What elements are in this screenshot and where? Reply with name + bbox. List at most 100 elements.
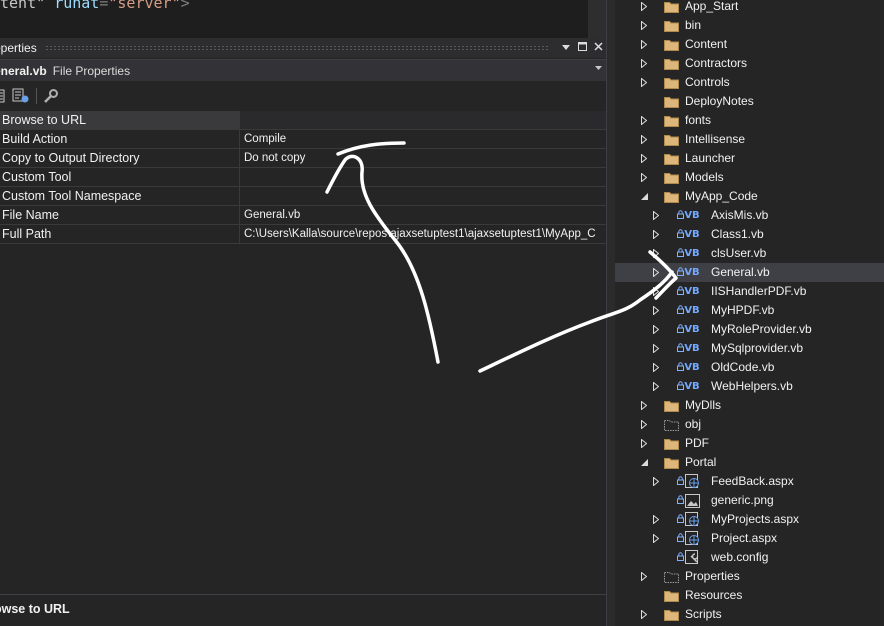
close-icon[interactable] — [590, 42, 606, 54]
web-page-icon — [684, 512, 700, 527]
collapsed-arrow-icon[interactable] — [651, 320, 661, 339]
collapsed-arrow-icon[interactable] — [651, 339, 661, 358]
tree-item[interactable]: VB MyHPDF.vb — [615, 301, 884, 320]
tree-item[interactable]: VB IISHandlerPDF.vb — [615, 282, 884, 301]
tree-item[interactable]: VB MyRoleProvider.vb — [615, 320, 884, 339]
tree-item[interactable]: Contractors — [615, 54, 884, 73]
property-value[interactable] — [240, 168, 606, 186]
collapsed-arrow-icon[interactable] — [651, 510, 661, 529]
tree-item[interactable]: Project.aspx — [615, 529, 884, 548]
collapsed-arrow-icon[interactable] — [651, 301, 661, 320]
solution-explorer-scrollbar[interactable] — [607, 0, 615, 626]
tree-item[interactable]: DeployNotes — [615, 92, 884, 111]
property-value[interactable]: Compile — [240, 130, 606, 148]
lock-icon — [677, 324, 684, 335]
tree-item[interactable]: MyDlls — [615, 396, 884, 415]
tree-item[interactable]: VB OldCode.vb — [615, 358, 884, 377]
collapsed-arrow-icon[interactable] — [651, 529, 661, 548]
collapsed-arrow-icon[interactable] — [639, 16, 649, 35]
tree-item[interactable]: Scripts — [615, 605, 884, 624]
property-row-copy-to-output[interactable]: Copy to Output Directory Do not copy — [0, 149, 606, 168]
tree-item[interactable]: Controls — [615, 73, 884, 92]
maximize-icon[interactable] — [574, 42, 590, 54]
collapsed-arrow-icon[interactable] — [651, 225, 661, 244]
tree-item[interactable]: Models — [615, 168, 884, 187]
property-row-build-action[interactable]: Build Action Compile — [0, 130, 606, 149]
collapsed-arrow-icon[interactable] — [651, 282, 661, 301]
collapsed-arrow-icon[interactable] — [651, 206, 661, 225]
property-row-custom-tool-namespace[interactable]: Custom Tool Namespace — [0, 187, 606, 206]
titlebar-grip[interactable] — [44, 45, 550, 51]
tree-item[interactable]: VB General.vb — [615, 263, 884, 282]
tree-item[interactable]: Resources — [615, 586, 884, 605]
code-editor[interactable]: tent" runat="server"> — [0, 0, 590, 38]
collapsed-arrow-icon[interactable] — [639, 35, 649, 54]
tree-item[interactable]: Portal — [615, 453, 884, 472]
tree-item-label: AxisMis.vb — [711, 208, 769, 222]
tree-item[interactable]: obj — [615, 415, 884, 434]
collapsed-arrow-icon[interactable] — [651, 377, 661, 396]
property-row-file-name[interactable]: File Name General.vb — [0, 206, 606, 225]
tree-item[interactable]: fonts — [615, 111, 884, 130]
tree-item[interactable]: VB AxisMis.vb — [615, 206, 884, 225]
property-row-browse-to-url[interactable]: Browse to URL — [0, 111, 606, 130]
expanded-arrow-icon[interactable] — [639, 187, 649, 206]
collapsed-arrow-icon[interactable] — [651, 263, 661, 282]
property-pages-icon[interactable] — [10, 86, 32, 106]
expanded-arrow-icon[interactable] — [639, 453, 649, 472]
tree-item[interactable]: web.config — [615, 548, 884, 567]
property-row-custom-tool[interactable]: Custom Tool — [0, 168, 606, 187]
collapsed-arrow-icon[interactable] — [651, 358, 661, 377]
tree-item-label: fonts — [685, 113, 712, 127]
collapsed-arrow-icon[interactable] — [639, 415, 649, 434]
tree-item-label: IISHandlerPDF.vb — [711, 284, 807, 298]
collapsed-arrow-icon[interactable] — [639, 567, 649, 586]
property-value[interactable] — [240, 187, 606, 205]
tree-item[interactable]: Launcher — [615, 149, 884, 168]
object-selector[interactable]: eneral.vb File Properties — [0, 59, 606, 81]
collapsed-arrow-icon[interactable] — [639, 130, 649, 149]
tree-item[interactable]: VB Class1.vb — [615, 225, 884, 244]
property-row-full-path[interactable]: Full Path C:\Users\Kalla\source\repos\aj… — [0, 225, 606, 244]
tree-item[interactable]: FeedBack.aspx — [615, 472, 884, 491]
property-value[interactable]: General.vb — [240, 206, 606, 224]
collapsed-arrow-icon[interactable] — [639, 605, 649, 624]
property-value[interactable]: Do not copy — [240, 149, 606, 167]
tree-item[interactable]: VB WebHelpers.vb — [615, 377, 884, 396]
collapsed-arrow-icon[interactable] — [639, 149, 649, 168]
tree-item[interactable]: App_Start — [615, 0, 884, 16]
property-value[interactable]: C:\Users\Kalla\source\repos\ajaxsetuptes… — [240, 225, 606, 243]
window-position-icon[interactable] — [558, 42, 574, 54]
tree-item[interactable]: MyApp_Code — [615, 187, 884, 206]
property-value[interactable] — [240, 111, 606, 129]
lock-icon — [677, 362, 684, 373]
tree-item[interactable]: PDF — [615, 434, 884, 453]
collapsed-arrow-icon[interactable] — [639, 73, 649, 92]
tree-item[interactable]: Properties — [615, 567, 884, 586]
properties-titlebar[interactable]: operties — [0, 38, 606, 58]
chevron-down-icon[interactable] — [595, 63, 602, 73]
collapsed-arrow-icon[interactable] — [639, 0, 649, 16]
categorized-icon[interactable] — [0, 86, 6, 106]
tree-item[interactable]: VB clsUser.vb — [615, 244, 884, 263]
tree-item-label: Intellisense — [685, 132, 746, 146]
folder-icon — [663, 588, 679, 603]
object-type: File Properties — [52, 63, 131, 78]
editor-scrollbar[interactable] — [588, 0, 606, 38]
tree-item-label: PDF — [685, 436, 709, 450]
collapsed-arrow-icon[interactable] — [639, 111, 649, 130]
collapsed-arrow-icon[interactable] — [639, 54, 649, 73]
tree-item[interactable]: VB MySqlprovider.vb — [615, 339, 884, 358]
collapsed-arrow-icon[interactable] — [639, 396, 649, 415]
tree-item[interactable]: Intellisense — [615, 130, 884, 149]
tree-item-label: Models — [685, 170, 724, 184]
collapsed-arrow-icon[interactable] — [639, 434, 649, 453]
tree-item[interactable]: MyProjects.aspx — [615, 510, 884, 529]
wrench-icon[interactable] — [41, 86, 61, 106]
tree-item[interactable]: generic.png — [615, 491, 884, 510]
collapsed-arrow-icon[interactable] — [639, 168, 649, 187]
tree-item[interactable]: bin — [615, 16, 884, 35]
tree-item[interactable]: Content — [615, 35, 884, 54]
collapsed-arrow-icon[interactable] — [651, 244, 661, 263]
collapsed-arrow-icon[interactable] — [651, 472, 661, 491]
